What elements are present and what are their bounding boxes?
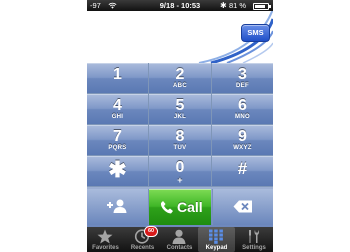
keypad-icon [209,229,223,244]
call-label: Call [177,199,203,215]
key-hash[interactable]: # [212,156,273,186]
settings-icon [249,230,259,243]
tab-recents[interactable]: 60 Recents [124,226,161,252]
backspace-icon [233,200,252,213]
key-five[interactable]: 5 JKL [149,94,211,124]
key-digit: 1 [113,66,122,83]
key-digit: 0 [175,159,185,176]
recents-badge: 60 [144,226,158,237]
key-three[interactable]: 3 DEF [212,63,273,93]
key-nine[interactable]: 9 WXYZ [212,125,273,155]
key-one[interactable]: 1 [87,63,148,93]
key-letters: GHI [111,114,124,120]
key-letters: TUV [173,145,187,151]
delete-button[interactable] [212,189,273,225]
key-digit: 2 [175,66,185,83]
star-icon [97,229,113,244]
action-row: Call [87,187,273,227]
key-four[interactable]: 4 GHI [87,94,148,124]
phone-icon [160,201,173,214]
key-letters: PQRS [108,145,127,151]
key-digit: 8 [175,128,185,145]
tab-settings[interactable]: Settings [235,227,273,252]
key-two[interactable]: 2 ABC [149,63,211,93]
key-eight[interactable]: 8 TUV [149,125,211,155]
key-digit: 5 [175,97,185,114]
sms-button[interactable]: SMS [241,24,270,42]
key-digit: 4 [113,97,122,114]
phone-screen: -97 9/18 - 10:53 ✱ 81 % SMS 1 2 ABC 3 DEF 4 GH… [87,0,273,252]
key-six[interactable]: 6 MNO [212,94,273,124]
key-digit: 7 [113,128,122,145]
tab-contacts[interactable]: Contacts [161,227,198,252]
key-digit: ✱ [108,157,127,182]
key-letters: JKL [173,114,187,120]
key-letters: + [177,175,183,185]
tab-label: Contacts [166,245,193,251]
tab-label: Recents [130,245,155,251]
key-letters: WXYZ [233,145,252,151]
person-icon [172,229,186,244]
battery-icon [253,3,271,10]
key-seven[interactable]: 7 PQRS [87,125,148,155]
key-letters: DEF [236,83,249,89]
number-display-area[interactable]: SMS [87,11,273,63]
key-zero[interactable]: 0 + [149,156,211,186]
tab-keypad[interactable]: Keypad [198,227,235,252]
add-contact-icon [107,199,127,213]
status-bar: -97 9/18 - 10:53 ✱ 81 % [87,0,273,11]
key-star[interactable]: ✱ [87,156,148,186]
key-digit: 3 [238,66,247,83]
battery-percent: 81 % [229,1,247,10]
tab-label: Favorites [92,245,119,251]
key-digit: 6 [238,97,247,114]
tab-favorites[interactable]: Favorites [87,227,124,252]
key-letters: MNO [235,114,250,120]
tab-label: Keypad [205,245,228,251]
tab-label: Settings [242,245,266,251]
keypad: 1 2 ABC 3 DEF 4 GHI 5 JKL 6 MNO 7 PQRS 8 TUV 9 WXYZ ✱ 0 + # [87,63,273,187]
key-digit: # [237,159,248,178]
tab-bar: Favorites 60 Recents Contacts Keypad Set… [87,226,273,252]
key-letters: ABC [173,83,187,89]
add-contact-button[interactable] [87,189,149,225]
bluetooth-icon: ✱ [220,1,227,10]
call-button[interactable]: Call [149,189,211,225]
key-digit: 9 [238,128,247,145]
